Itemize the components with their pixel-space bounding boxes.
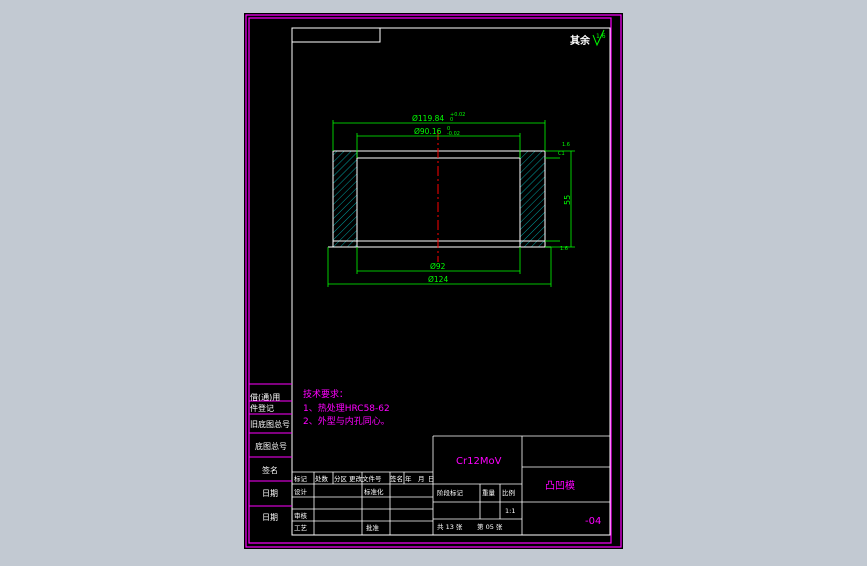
dim-outer-top-tol-lower: 0 [450,117,453,123]
sheet-current: 第 05 张 [477,522,503,531]
header-year: 年 [405,474,412,483]
cad-viewport: 其余 1.6 Ø119.84 +0.02 0 Ø90.16 0 -0.02 55… [0,0,867,562]
right-wall-hatch [519,150,546,248]
tech-requirements-title: 技术要求： [303,388,348,400]
scale-value: 1:1 [505,507,515,515]
label-approve: 批准 [366,523,380,532]
drawing-number: -04 [585,516,601,527]
header-zone: 分区 [334,474,348,483]
header-day: 日 [428,475,435,483]
header-month: 月 [418,475,425,483]
surface-roughness-label: 其余 [570,34,591,47]
header-sign: 签名 [390,474,403,483]
surface-roughness-value: 1.6 [596,33,606,40]
dim-height: 55 [563,195,572,205]
left-label-3: 旧底图总号 [250,419,290,429]
material: Cr12MoV [456,456,502,467]
label-weight: 重量 [482,489,496,497]
label-stage-mark: 阶段标记 [437,488,464,497]
header-count: 处数 [315,474,329,483]
left-label-5: 签名 [262,465,278,475]
tech-requirement-1: 1、热处理HRC58-62 [303,402,390,414]
dim-chamfer-top: C1 [558,151,565,157]
left-label-4: 底图总号 [255,441,287,451]
label-review: 审核 [294,511,308,520]
left-label-2: 件登记 [250,403,274,413]
header-change-doc: 更改文件号 [349,474,382,483]
label-design: 设计 [294,487,308,496]
engineering-drawing: 其余 1.6 Ø119.84 +0.02 0 Ø90.16 0 -0.02 55… [244,13,623,549]
sheet-total: 共 13 张 [437,522,463,531]
label-standardize: 标准化 [364,487,384,496]
left-label-6: 日期 [262,489,278,498]
dim-chamfer-bottom: 1.6 [560,246,568,252]
dim-right-small: 1.6 [562,142,570,148]
dim-inner-top-tol-lower: -0.02 [447,131,460,137]
header-mark: 标记 [294,474,308,483]
tech-requirement-2: 2、外型与内孔同心。 [303,415,390,427]
part-name: 凸凹模 [545,480,575,492]
dim-outer-top: Ø119.84 [412,114,444,123]
dim-outer-bottom: Ø124 [428,275,448,284]
label-process: 工艺 [294,524,308,532]
dim-inner-bottom: Ø92 [430,262,446,271]
label-scale: 比例 [502,488,515,497]
left-label-7: 日期 [262,513,278,522]
left-label-1: 借(通)用 [250,392,280,402]
left-wall-hatch [332,150,358,248]
dim-inner-top: Ø90.16 [414,127,442,136]
